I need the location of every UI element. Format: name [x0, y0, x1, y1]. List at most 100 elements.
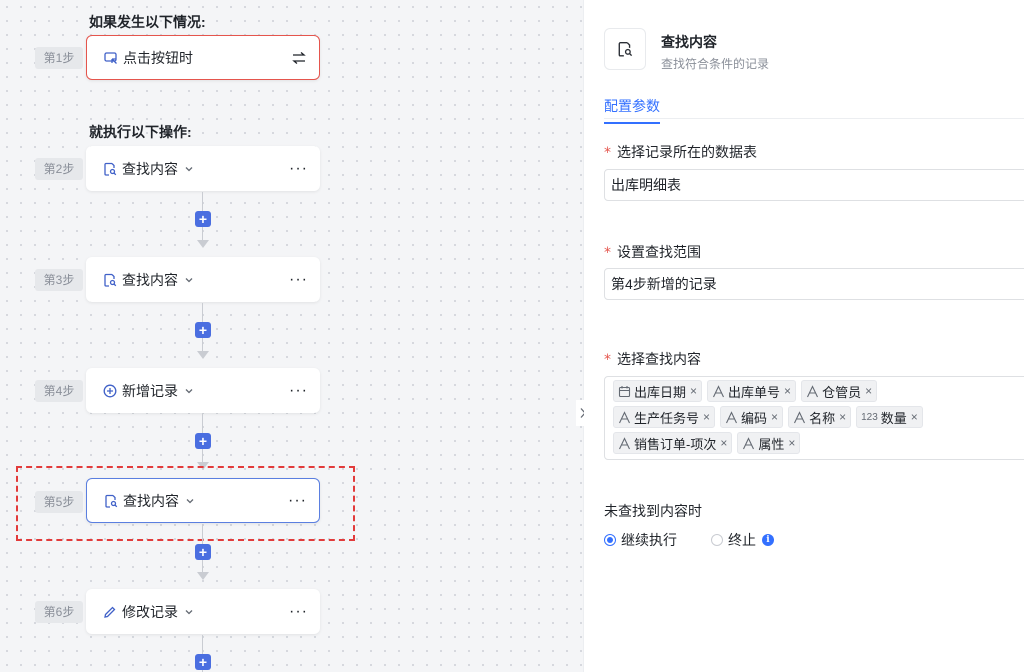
tab-divider	[604, 118, 1024, 119]
pencil-icon	[102, 604, 118, 620]
label-text: 选择查找内容	[617, 351, 701, 367]
chevron-down-icon[interactable]	[184, 607, 194, 617]
more-options-button[interactable]: ···	[289, 382, 308, 399]
text-field-icon	[618, 410, 631, 424]
field-tag[interactable]: 出库日期 ×	[613, 380, 703, 402]
label-text: 设置查找范围	[617, 244, 701, 260]
tag-row: 生产任务号 × 编码 × 名称 × 123 数量 ×	[613, 406, 1024, 428]
field-tag-label: 生产任务号	[634, 410, 700, 426]
field-tag-label: 出库单号	[728, 384, 781, 400]
field-tag[interactable]: 编码 ×	[720, 406, 784, 428]
node-label: 新增记录	[122, 382, 178, 399]
remove-tag-icon[interactable]: ×	[703, 410, 710, 424]
required-mark: *	[604, 145, 611, 161]
more-options-button[interactable]: ···	[289, 603, 308, 620]
remove-tag-icon[interactable]: ×	[720, 436, 727, 450]
workflow-canvas[interactable]: 如果发生以下情况: 就执行以下操作: 第1步 点击按钮时 第2步 查找内容 ··…	[0, 0, 583, 672]
calendar-icon	[618, 385, 631, 398]
text-field-icon	[742, 436, 755, 450]
field-tag-label: 仓管员	[822, 384, 862, 400]
field-tag[interactable]: 仓管员 ×	[801, 380, 878, 402]
add-step-button[interactable]: +	[195, 433, 211, 449]
text-field-icon	[806, 384, 819, 398]
field-tag[interactable]: 生产任务号 ×	[613, 406, 716, 428]
number-field-icon: 123	[861, 411, 878, 423]
node-label: 查找内容	[123, 492, 179, 509]
option-continue-label[interactable]: 继续执行	[621, 530, 677, 550]
switch-trigger-icon[interactable]	[291, 51, 307, 65]
step-tag: 第6步	[35, 601, 83, 623]
find-record-icon	[102, 272, 118, 288]
remove-tag-icon[interactable]: ×	[690, 384, 697, 398]
chevron-down-icon[interactable]	[184, 164, 194, 174]
chevron-down-icon[interactable]	[184, 275, 194, 285]
step-tag: 第1步	[35, 47, 83, 69]
field-tag[interactable]: 名称 ×	[788, 406, 852, 428]
text-field-icon	[712, 384, 725, 398]
info-icon[interactable]: i	[762, 534, 774, 546]
find-record-icon	[102, 161, 118, 177]
text-field-icon	[793, 410, 806, 424]
more-options-button[interactable]: ···	[289, 271, 308, 288]
remove-tag-icon[interactable]: ×	[788, 436, 795, 450]
remove-tag-icon[interactable]: ×	[784, 384, 791, 398]
step-connector: +	[195, 524, 211, 584]
trigger-section-title: 如果发生以下情况:	[89, 14, 206, 30]
more-options-button[interactable]: ···	[289, 160, 308, 177]
field-tag-label: 名称	[809, 410, 836, 426]
add-step-button[interactable]: +	[195, 654, 211, 670]
action-section-title: 就执行以下操作:	[89, 124, 192, 140]
table-select[interactable]: 出库明细表	[604, 169, 1024, 201]
scope-select[interactable]: 第4步新增的记录	[604, 268, 1024, 300]
remove-tag-icon[interactable]: ×	[911, 410, 918, 424]
add-step-button[interactable]: +	[195, 322, 211, 338]
step-connector: +	[195, 414, 211, 474]
radio-stop[interactable]	[711, 534, 723, 546]
radio-continue[interactable]	[604, 534, 616, 546]
field-multiselect[interactable]: 出库日期 × 出库单号 × 仓管员 × 生产任务号 × 编码 × 名称 × 123 数量 × 销售订单-项次 ×…	[604, 376, 1024, 460]
trigger-node[interactable]: 点击按钮时	[86, 35, 320, 80]
remove-tag-icon[interactable]: ×	[865, 384, 872, 398]
add-step-button[interactable]: +	[195, 544, 211, 560]
field-tag-label: 属性	[758, 436, 785, 452]
tab-config-params[interactable]: 配置参数	[604, 96, 660, 124]
step-node-find-content[interactable]: 查找内容 ···	[86, 146, 320, 191]
field-tag[interactable]: 销售订单-项次 ×	[613, 432, 733, 454]
step-connector: +	[195, 192, 211, 252]
text-field-icon	[725, 410, 738, 424]
step-tag: 第3步	[35, 269, 83, 291]
required-mark: *	[604, 352, 611, 368]
option-stop-label[interactable]: 终止	[728, 530, 756, 550]
text-field-icon	[618, 436, 631, 450]
remove-tag-icon[interactable]: ×	[839, 410, 846, 424]
step-connector: +	[195, 303, 211, 363]
step-connector: +	[195, 635, 211, 672]
node-label: 查找内容	[122, 160, 178, 177]
step-node-add-record[interactable]: 新增记录 ···	[86, 368, 320, 413]
label-text: 选择记录所在的数据表	[617, 144, 757, 160]
step-node-find-content-selected[interactable]: 查找内容 ···	[86, 478, 320, 523]
find-record-icon	[604, 28, 646, 70]
content-field-label: * 选择查找内容	[604, 349, 701, 369]
remove-tag-icon[interactable]: ×	[771, 410, 778, 424]
arrow-down-icon	[197, 572, 209, 580]
tag-row: 出库日期 × 出库单号 × 仓管员 ×	[613, 380, 1024, 402]
tag-row: 销售订单-项次 × 属性 ×	[613, 432, 1024, 454]
chevron-down-icon[interactable]	[185, 496, 195, 506]
add-step-button[interactable]: +	[195, 211, 211, 227]
field-tag-label: 数量	[880, 410, 907, 426]
chevron-down-icon[interactable]	[184, 386, 194, 396]
arrow-down-icon	[197, 240, 209, 248]
field-tag[interactable]: 属性 ×	[737, 432, 801, 454]
table-field-label: * 选择记录所在的数据表	[604, 142, 757, 162]
more-options-button[interactable]: ···	[288, 492, 307, 509]
panel-title: 查找内容	[661, 34, 717, 50]
field-tag[interactable]: 出库单号 ×	[707, 380, 797, 402]
panel-subtitle: 查找符合条件的记录	[661, 57, 770, 71]
step-node-find-content[interactable]: 查找内容 ···	[86, 257, 320, 302]
add-circle-icon	[102, 383, 118, 399]
step-node-modify-record[interactable]: 修改记录 ···	[86, 589, 320, 634]
required-mark: *	[604, 245, 611, 261]
find-record-icon	[103, 493, 119, 509]
field-tag[interactable]: 123 数量 ×	[856, 406, 923, 428]
